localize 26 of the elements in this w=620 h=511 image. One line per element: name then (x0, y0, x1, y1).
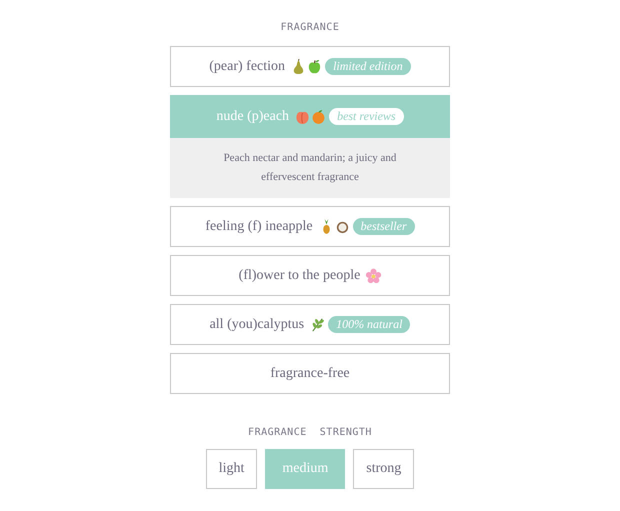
badge-label: 100% natural (328, 316, 410, 333)
option-description: Peach nectar and mandarin; a juicy and effervescent fragrance (170, 138, 450, 198)
fragrance-option[interactable]: (pear) fection limited edition (170, 46, 450, 87)
fragrance-option[interactable]: fragrance-free (170, 353, 450, 394)
option-label: (fl)ower to the people (238, 268, 360, 284)
option-label: nude (p)each (216, 108, 290, 124)
option-label: all (you)calyptus (210, 316, 304, 332)
strength-button[interactable]: strong (353, 449, 414, 489)
section-title: FRAGRANCE STRENGTH (248, 427, 372, 438)
section-title: FRAGRANCE (280, 22, 340, 33)
option-label: fragrance-free (270, 366, 350, 382)
badge-label: bestseller (352, 218, 415, 235)
badge-label: best reviews (329, 108, 404, 125)
leaf-icon (310, 317, 326, 332)
fragrance-option[interactable]: (fl)ower to the people (170, 255, 450, 296)
peach-icon (295, 109, 310, 124)
fragrance-option[interactable]: feeling (f) ineapple bestseller (170, 206, 450, 247)
apple-icon (307, 59, 322, 74)
option-label: feeling (f) ineapple (205, 218, 313, 234)
strength-button[interactable]: light (206, 449, 258, 489)
coconut-icon (334, 219, 350, 234)
mandarin-icon (311, 109, 326, 124)
fragrance-option[interactable]: all (you)calyptus 100% natural (170, 304, 450, 345)
option-label: (pear) fection (209, 58, 286, 74)
flower-icon (366, 268, 382, 283)
badge-label: limited edition (325, 58, 411, 75)
